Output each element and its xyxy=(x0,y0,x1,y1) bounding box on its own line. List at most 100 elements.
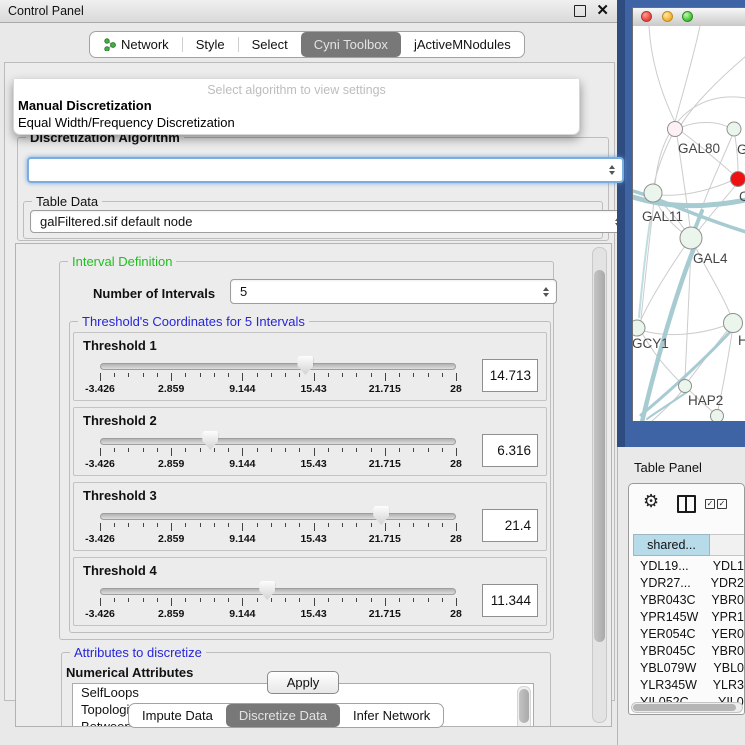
minimize-traffic-light-icon[interactable] xyxy=(662,11,673,22)
table-row[interactable]: YDL19...YDL1 xyxy=(633,557,744,574)
network-canvas[interactable]: GAL80GAGAL11CGAL4GCY1HHAP2 xyxy=(633,26,745,421)
algorithm-option[interactable]: Equal Width/Frequency Discretization xyxy=(14,114,579,131)
combo-arrows-icon xyxy=(609,165,615,175)
tick-mark xyxy=(242,448,243,456)
tick-mark xyxy=(385,448,386,456)
gcy1-node[interactable] xyxy=(633,320,645,336)
checkbox-icon: ✓ xyxy=(717,499,727,509)
apply-button[interactable]: Apply xyxy=(267,671,339,694)
tab-label: Select xyxy=(252,37,288,52)
tick-mark xyxy=(371,598,372,602)
cell-shared-name: YER054C xyxy=(633,627,703,641)
tick-label: 9.144 xyxy=(229,608,255,620)
node-label: GA xyxy=(737,142,745,157)
cell-name: YBL0 xyxy=(705,661,744,675)
tab-jactivemnodules[interactable]: jActiveMNodules xyxy=(401,32,524,57)
network-icon xyxy=(103,38,116,51)
tick-mark xyxy=(214,598,215,602)
tick-mark xyxy=(143,373,144,377)
hap2-node[interactable] xyxy=(679,380,692,393)
gear-icon[interactable]: ⚙ xyxy=(643,492,659,510)
algorithm-option[interactable]: Manual Discretization xyxy=(14,97,579,114)
tick-mark xyxy=(114,373,115,377)
tab-impute-data[interactable]: Impute Data xyxy=(129,704,226,727)
number-of-intervals-combobox[interactable]: 5 xyxy=(230,279,557,304)
tab-discretize-data[interactable]: Discretize Data xyxy=(226,704,340,727)
number-of-intervals-label: Number of Intervals xyxy=(93,286,215,301)
node-label: HAP2 xyxy=(688,393,723,408)
tick-mark xyxy=(314,373,315,381)
tick-mark xyxy=(100,523,101,531)
panel-scrollbar[interactable] xyxy=(592,247,607,723)
top-right-node[interactable] xyxy=(727,122,741,136)
threshold-row: Threshold 2-3.4262.8599.14415.4321.71528… xyxy=(73,407,547,476)
tab-infer-network[interactable]: Infer Network xyxy=(340,704,443,727)
red-node[interactable] xyxy=(731,172,745,187)
table-row[interactable]: YBL079WYBL0 xyxy=(633,659,744,676)
tick-mark xyxy=(185,373,186,377)
tick-mark xyxy=(228,373,229,377)
gal11-node[interactable] xyxy=(644,184,662,202)
tick-mark xyxy=(214,523,215,527)
column-header[interactable]: shared... xyxy=(633,534,710,556)
columns-icon[interactable] xyxy=(677,495,696,513)
tick-mark xyxy=(200,373,201,377)
list-scrollbar[interactable] xyxy=(517,686,531,727)
tick-mark xyxy=(143,448,144,452)
tick-mark xyxy=(171,373,172,381)
cell-shared-name: YBL079W xyxy=(633,661,705,675)
float-window-icon[interactable] xyxy=(574,5,586,17)
cell-name: YLR3 xyxy=(705,678,744,692)
table-data-combobox[interactable]: galFiltered.sif default node xyxy=(30,210,629,233)
zoom-traffic-light-icon[interactable] xyxy=(682,11,693,22)
node-label: GAL4 xyxy=(693,251,728,266)
close-traffic-light-icon[interactable] xyxy=(641,11,652,22)
column-header[interactable]: na xyxy=(710,534,745,556)
table-row[interactable]: YLR345WYLR3 xyxy=(633,676,744,693)
right-node[interactable] xyxy=(724,314,743,333)
tick-mark xyxy=(157,373,158,377)
tick-mark xyxy=(399,373,400,377)
slider-ticks xyxy=(100,523,456,532)
tab-style[interactable]: Style xyxy=(183,32,238,57)
tick-label: 15.43 xyxy=(300,383,326,395)
threshold-slider[interactable]: -3.4262.8599.14415.4321.71528 xyxy=(74,483,476,550)
table-row[interactable]: YER054CYER0 xyxy=(633,625,744,642)
select-columns-icon[interactable]: ✓ ✓ xyxy=(705,499,727,509)
threshold-slider[interactable]: -3.4262.8599.14415.4321.71528 xyxy=(74,558,476,625)
tab-label: jActiveMNodules xyxy=(414,37,511,52)
table-row[interactable]: YBR045CYBR0 xyxy=(633,642,744,659)
close-icon[interactable]: ✕ xyxy=(596,6,609,16)
tick-mark xyxy=(385,598,386,606)
threshold-value-field[interactable]: 14.713 xyxy=(482,359,538,392)
network-window-titlebar xyxy=(633,8,745,27)
tick-mark xyxy=(185,523,186,527)
tab-select[interactable]: Select xyxy=(239,32,301,57)
gal80-node[interactable] xyxy=(668,122,683,137)
tick-label: 15.43 xyxy=(300,533,326,545)
tick-mark xyxy=(157,448,158,452)
algorithm-combobox[interactable] xyxy=(27,157,624,183)
bottom-node[interactable] xyxy=(711,410,724,422)
table-row[interactable]: YBR043CYBR0 xyxy=(633,591,744,608)
threshold-value-field[interactable]: 21.4 xyxy=(482,509,538,542)
tab-network[interactable]: Network xyxy=(90,32,182,57)
table-horizontal-scrollbar[interactable] xyxy=(631,702,743,713)
tick-mark xyxy=(171,448,172,456)
threshold-value-field[interactable]: 11.344 xyxy=(482,584,538,617)
gal4-node[interactable] xyxy=(680,227,702,249)
tab-cyni-toolbox[interactable]: Cyni Toolbox xyxy=(301,32,401,57)
table-row[interactable]: YPR145WYPR1 xyxy=(633,608,744,625)
tick-mark xyxy=(342,448,343,452)
tick-mark xyxy=(128,373,129,377)
slider-ticks xyxy=(100,373,456,382)
tick-label: 2.859 xyxy=(158,608,184,620)
tick-mark xyxy=(185,598,186,602)
threshold-slider[interactable]: -3.4262.8599.14415.4321.71528 xyxy=(74,333,476,400)
tick-mark xyxy=(100,448,101,456)
threshold-slider[interactable]: -3.4262.8599.14415.4321.71528 xyxy=(74,408,476,475)
tick-mark xyxy=(385,373,386,381)
threshold-value-field[interactable]: 6.316 xyxy=(482,434,538,467)
table-row[interactable]: YDR27...YDR2 xyxy=(633,574,744,591)
table-rows: YDL19...YDL1YDR27...YDR2YBR043CYBR0YPR14… xyxy=(633,557,744,710)
